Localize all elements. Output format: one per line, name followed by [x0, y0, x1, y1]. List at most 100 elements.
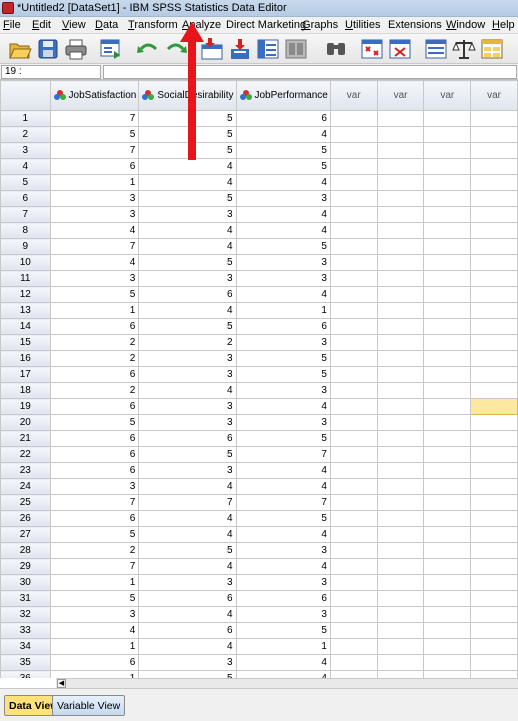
row-number[interactable]: 28: [0, 542, 51, 559]
data-cell[interactable]: [329, 302, 378, 319]
data-cell[interactable]: 3: [235, 254, 331, 271]
data-cell[interactable]: [423, 574, 472, 591]
row-number[interactable]: 11: [0, 270, 51, 287]
data-cell[interactable]: 3: [49, 190, 140, 207]
data-cell[interactable]: [329, 590, 378, 607]
data-cell[interactable]: 4: [235, 462, 331, 479]
data-cell[interactable]: [376, 110, 425, 127]
data-cell[interactable]: 6: [138, 590, 237, 607]
column-header-jobsatisfaction[interactable]: JobSatisfaction: [49, 80, 140, 111]
data-cell[interactable]: [423, 350, 472, 367]
find-icon[interactable]: [324, 37, 348, 61]
data-cell[interactable]: [470, 126, 518, 143]
data-cell[interactable]: [329, 382, 378, 399]
data-cell[interactable]: 7: [235, 494, 331, 511]
row-number[interactable]: 29: [0, 558, 51, 575]
menu-extensions[interactable]: Extensions: [388, 19, 442, 31]
data-cell[interactable]: 5: [138, 110, 237, 127]
data-cell[interactable]: [470, 462, 518, 479]
data-cell[interactable]: [470, 238, 518, 255]
data-cell[interactable]: 4: [235, 654, 331, 671]
data-cell[interactable]: 5: [49, 286, 140, 303]
data-cell[interactable]: [470, 446, 518, 463]
data-cell[interactable]: [423, 494, 472, 511]
data-cell[interactable]: [470, 318, 518, 335]
data-cell[interactable]: 5: [235, 622, 331, 639]
data-cell[interactable]: [423, 398, 472, 415]
data-cell[interactable]: [329, 542, 378, 559]
data-cell[interactable]: [423, 366, 472, 383]
column-header-var[interactable]: var: [376, 80, 425, 111]
data-cell[interactable]: [329, 398, 378, 415]
menu-graphs[interactable]: Graphs: [302, 19, 338, 31]
data-cell[interactable]: 5: [138, 318, 237, 335]
row-number[interactable]: 17: [0, 366, 51, 383]
data-cell[interactable]: [376, 542, 425, 559]
data-cell[interactable]: [329, 622, 378, 639]
data-cell[interactable]: [423, 654, 472, 671]
row-number[interactable]: 10: [0, 254, 51, 271]
data-cell[interactable]: 6: [49, 462, 140, 479]
row-number[interactable]: 34: [0, 638, 51, 655]
scroll-left-icon[interactable]: ◀: [57, 679, 66, 688]
data-cell[interactable]: [376, 126, 425, 143]
menu-help[interactable]: Help: [492, 19, 515, 31]
data-cell[interactable]: [376, 302, 425, 319]
data-cell[interactable]: 6: [138, 622, 237, 639]
data-cell[interactable]: 3: [138, 574, 237, 591]
data-cell[interactable]: 6: [49, 654, 140, 671]
row-number[interactable]: 16: [0, 350, 51, 367]
data-cell[interactable]: 5: [235, 366, 331, 383]
data-cell[interactable]: 5: [138, 670, 237, 678]
data-cell[interactable]: 2: [49, 542, 140, 559]
data-cell[interactable]: 4: [235, 206, 331, 223]
data-cell[interactable]: [470, 110, 518, 127]
column-header-socialdesirability[interactable]: SocialDesirability: [138, 80, 237, 111]
data-cell[interactable]: 7: [49, 494, 140, 511]
data-cell[interactable]: 3: [235, 542, 331, 559]
data-cell[interactable]: 5: [235, 510, 331, 527]
data-cell[interactable]: [423, 222, 472, 239]
data-cell[interactable]: [329, 174, 378, 191]
data-cell[interactable]: 6: [49, 158, 140, 175]
data-cell[interactable]: [423, 190, 472, 207]
menu-direct-marketing[interactable]: Direct Marketing: [226, 19, 306, 31]
data-cell[interactable]: [470, 670, 518, 678]
data-cell[interactable]: [376, 382, 425, 399]
data-cell[interactable]: 3: [138, 462, 237, 479]
data-cell[interactable]: 5: [138, 190, 237, 207]
data-cell[interactable]: [470, 638, 518, 655]
data-cell[interactable]: [329, 142, 378, 159]
row-number[interactable]: 4: [0, 158, 51, 175]
select-cases-icon[interactable]: [480, 37, 504, 61]
insert-cases-icon[interactable]: [360, 37, 384, 61]
data-cell[interactable]: [423, 110, 472, 127]
data-cell[interactable]: 5: [138, 542, 237, 559]
data-cell[interactable]: 7: [49, 110, 140, 127]
data-cell[interactable]: 1: [49, 574, 140, 591]
data-cell[interactable]: 4: [49, 622, 140, 639]
cell-value-input[interactable]: [103, 65, 517, 79]
data-cell[interactable]: 6: [138, 430, 237, 447]
data-cell[interactable]: 2: [138, 334, 237, 351]
data-cell[interactable]: [376, 318, 425, 335]
data-cell[interactable]: 4: [138, 526, 237, 543]
data-cell[interactable]: [329, 430, 378, 447]
row-number[interactable]: 1: [0, 110, 51, 127]
data-cell[interactable]: 5: [235, 158, 331, 175]
data-cell[interactable]: 5: [49, 590, 140, 607]
data-cell[interactable]: [376, 606, 425, 623]
data-cell[interactable]: 3: [235, 606, 331, 623]
selected-cell[interactable]: [470, 398, 518, 415]
print-icon[interactable]: [64, 37, 88, 61]
data-cell[interactable]: [376, 670, 425, 678]
column-header-var[interactable]: var: [423, 80, 472, 111]
data-cell[interactable]: [329, 638, 378, 655]
row-number[interactable]: 20: [0, 414, 51, 431]
data-cell[interactable]: 3: [49, 478, 140, 495]
open-file-icon[interactable]: [8, 37, 32, 61]
data-cell[interactable]: 4: [235, 286, 331, 303]
data-cell[interactable]: [376, 334, 425, 351]
data-cell[interactable]: [376, 398, 425, 415]
data-cell[interactable]: [376, 238, 425, 255]
